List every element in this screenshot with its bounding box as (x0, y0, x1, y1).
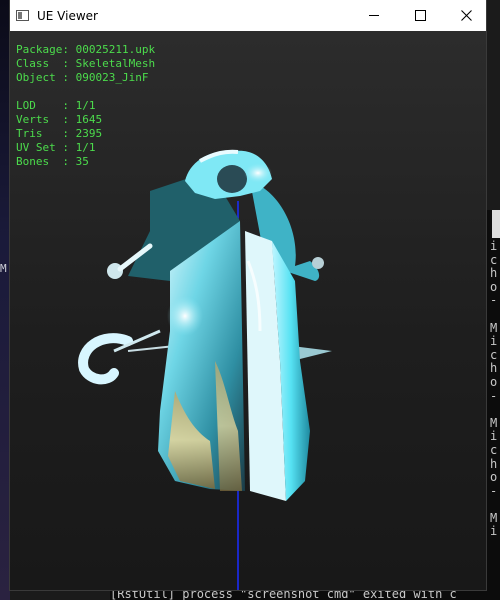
background-console-window: i c h o - M i c h o - M i c h o - M i (486, 210, 500, 600)
desktop-background (0, 0, 10, 600)
object-label: Object : 090023_JinF (16, 71, 149, 84)
console-line: i (490, 334, 498, 349)
console-line: - (490, 388, 498, 403)
bones-stat: Bones : 35 (16, 155, 89, 168)
minimize-icon (369, 15, 379, 16)
close-button[interactable] (443, 0, 489, 31)
console-line: o (490, 374, 498, 389)
console-line: i (490, 524, 498, 539)
console-line: M (490, 510, 498, 525)
tris-stat: Tris : 2395 (16, 127, 103, 140)
console-line: c (490, 252, 498, 267)
lod-stat: LOD : 1/1 (16, 99, 96, 112)
console-text-lines: i c h o - M i c h o - M i c h o - M i (490, 239, 498, 539)
title-bar[interactable]: UE Viewer (10, 0, 486, 31)
console-line: - (490, 293, 498, 308)
console-line: - (490, 483, 498, 498)
app-window-icon (16, 10, 29, 21)
window-title: UE Viewer (37, 8, 98, 23)
mesh-hook (78, 333, 133, 385)
console-line: h (490, 456, 498, 471)
console-line: i (490, 429, 498, 444)
maximize-icon (414, 10, 426, 21)
minimize-button[interactable] (351, 0, 397, 31)
class-label: Class : SkeletalMesh (16, 57, 156, 70)
maximize-button[interactable] (397, 0, 443, 31)
package-label: Package: 00025211.upk (16, 43, 156, 56)
ue-viewer-window: UE Viewer Package: 00025211.upk Class: … (10, 0, 486, 590)
info-overlay: Package: 00025211.upk Class : SkeletalMe… (16, 43, 155, 169)
console-line: M (490, 320, 498, 335)
console-line: h (490, 266, 498, 281)
verts-stat: Verts : 1645 (16, 113, 103, 126)
console-line: o (490, 470, 498, 485)
console-line: h (490, 361, 498, 376)
console-line: c (490, 442, 498, 457)
console-scrollbar-thumb[interactable] (492, 210, 500, 238)
uv-set-stat: UV Set : 1/1 (16, 141, 96, 154)
console-line: i (490, 239, 498, 253)
close-icon (460, 10, 472, 21)
console-line: M (490, 415, 498, 430)
3d-viewport[interactable]: Package: 00025211.upk Class : SkeletalMe… (10, 31, 486, 590)
background-text-fragment: M (0, 262, 7, 275)
console-line: c (490, 347, 498, 362)
console-line: o (490, 279, 498, 294)
